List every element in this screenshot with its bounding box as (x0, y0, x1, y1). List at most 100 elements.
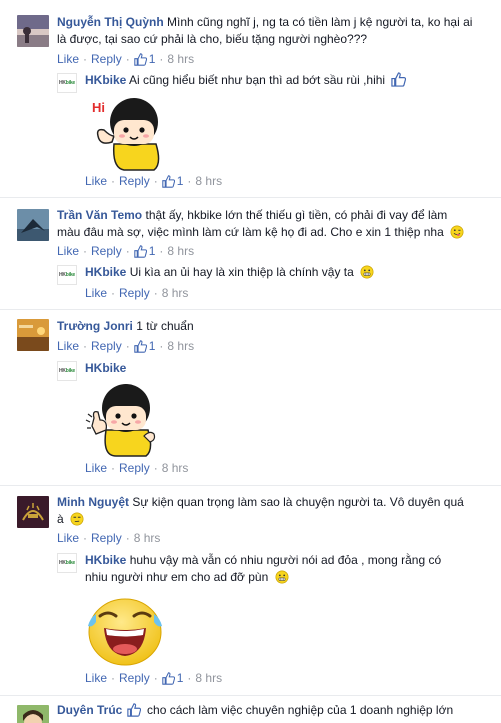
timestamp[interactable]: 8 hrs (162, 286, 189, 300)
like-link[interactable]: Like (57, 339, 79, 353)
reply-author[interactable]: HKbike (85, 553, 126, 567)
comment-actions: Like · Reply · 1 · 8 hrs (57, 243, 194, 259)
avatar[interactable] (17, 319, 49, 351)
like-link[interactable]: Like (57, 52, 79, 66)
reply-actions: Like · Reply · 8 hrs (85, 460, 188, 476)
like-count[interactable]: 1 (161, 174, 184, 188)
comment-author[interactable]: Trần Văn Temo (57, 208, 142, 222)
reply-link[interactable]: Reply (91, 244, 122, 258)
separator: · (125, 531, 130, 545)
timestamp[interactable]: 8 hrs (134, 531, 161, 545)
girl-thumbs-up-sticker[interactable] (84, 380, 164, 458)
like-link[interactable]: Like (85, 671, 107, 685)
reply-author[interactable]: HKbike (85, 265, 126, 279)
reply-author[interactable]: HKbike (85, 73, 126, 87)
like-count[interactable]: 1 (133, 52, 156, 66)
avatar[interactable] (17, 209, 49, 241)
reply-actions: Like · Reply · 1 · 8 hrs (85, 670, 222, 686)
thumbs-up-icon (133, 339, 147, 353)
like-link[interactable]: Like (85, 461, 107, 475)
avatar-image (17, 15, 49, 47)
comment: Trần Văn Temo thật ấy, hkbike lớn thế th… (0, 198, 501, 310)
reply-link[interactable]: Reply (119, 286, 150, 300)
comment-author[interactable]: Trường Jonri (57, 319, 133, 333)
like-count-value: 1 (148, 244, 156, 258)
comment-author[interactable]: Nguyễn Thị Quỳnh (57, 15, 164, 29)
hkbike-logo-icon: HK bike (58, 368, 76, 374)
comment-actions: Like · Reply · 8 hrs (57, 530, 160, 546)
reply-link[interactable]: Reply (119, 174, 150, 188)
reply-text: Ui kìa an ủi hay là xin thiệp là chính v… (129, 265, 354, 279)
like-count[interactable]: 1 (133, 244, 156, 258)
avatar[interactable]: HK bike (57, 265, 77, 285)
avatar[interactable] (17, 15, 49, 47)
grimace-emoji-icon (360, 265, 374, 279)
reply-author[interactable]: HKbike (85, 361, 126, 375)
timestamp[interactable]: 8 hrs (167, 339, 194, 353)
comment: Trường Jonri 1 từ chuẩn Like · Reply · 1… (0, 310, 501, 486)
comment-text: thật ấy, hkbike lớn thế thiếu gì tiền, c… (145, 208, 448, 222)
comment-text: 1 từ chuẩn (136, 319, 194, 333)
timestamp[interactable]: 8 hrs (195, 174, 222, 188)
like-link[interactable]: Like (57, 531, 79, 545)
thumbs-up-icon (133, 52, 147, 66)
separator: · (125, 52, 130, 66)
reply-link[interactable]: Reply (91, 339, 122, 353)
sticker-image: Hi (92, 98, 160, 171)
avatar[interactable]: HK bike (57, 553, 77, 573)
comment-actions: Like · Reply · 1 · 8 hrs (57, 338, 194, 354)
reply-actions: Like · Reply · 1 · 8 hrs (85, 173, 222, 189)
comment-body: Trần Văn Temo thật ấy, hkbike lớn thế th… (57, 207, 487, 241)
like-link[interactable]: Like (85, 286, 107, 300)
timestamp[interactable]: 8 hrs (162, 461, 189, 475)
comment-body: Nguyễn Thị Quỳnh Mình cũng nghĩ j, ng ta… (57, 14, 487, 48)
comment: Minh Nguyệt Sự kiện quan trọng làm sao l… (0, 486, 501, 696)
reply-text-line2: nhiu người như em cho ad đỡ pùn (85, 570, 269, 584)
comment-author[interactable]: Minh Nguyệt (57, 495, 129, 509)
like-count[interactable]: 1 (161, 671, 184, 685)
reply-link[interactable]: Reply (119, 671, 150, 685)
comment-body: Trường Jonri 1 từ chuẩn (57, 318, 487, 335)
separator: · (83, 339, 88, 353)
reply-body: HKbike huhu vậy mà vẫn có nhiu người nói… (85, 552, 495, 586)
separator: · (111, 286, 116, 300)
avatar-image (17, 496, 49, 528)
unamused-emoji-icon (70, 512, 84, 526)
avatar[interactable]: HK bike (57, 361, 77, 381)
sticker-hi-text: Hi (92, 100, 105, 115)
reply-body: HKbike Ui kìa an ủi hay là xin thiệp là … (85, 264, 495, 281)
laughing-crying-face-sticker[interactable] (84, 592, 166, 668)
sticker-image (85, 384, 156, 457)
timestamp[interactable]: 8 hrs (167, 244, 194, 258)
like-count-value: 1 (176, 671, 184, 685)
separator: · (83, 52, 88, 66)
like-link[interactable]: Like (85, 174, 107, 188)
comment-text: Mình cũng nghĩ j, ng ta có tiền làm j kệ… (167, 15, 473, 29)
wink-tongue-emoji-icon (450, 225, 464, 239)
reply-link[interactable]: Reply (91, 531, 122, 545)
reply-text: huhu vậy mà vẫn có nhiu người nói ad đỏa… (129, 553, 442, 567)
timestamp[interactable]: 8 hrs (195, 671, 222, 685)
reply-link[interactable]: Reply (119, 461, 150, 475)
like-count-value: 1 (148, 52, 156, 66)
comment-text-line2: à (57, 512, 64, 526)
comment-text-line2: là được, tại sao cứ phải là cho, biếu tặ… (57, 32, 368, 46)
reply-actions: Like · Reply · 8 hrs (85, 285, 188, 301)
comment-text-line2: màu đâu mà sợ, việc mình làm cứ làm kệ h… (57, 225, 444, 239)
like-link[interactable]: Like (57, 244, 79, 258)
separator: · (153, 174, 158, 188)
like-count[interactable]: 1 (133, 339, 155, 353)
separator: · (159, 52, 164, 66)
separator: · (83, 531, 88, 545)
like-count-value: 1 (176, 174, 184, 188)
avatar[interactable] (17, 705, 49, 723)
avatar[interactable]: HK bike (57, 73, 77, 93)
avatar[interactable] (17, 496, 49, 528)
comment-author[interactable]: Duyên Trúc (57, 703, 122, 717)
reply-link[interactable]: Reply (91, 52, 122, 66)
timestamp[interactable]: 8 hrs (167, 52, 194, 66)
girl-hi-sticker[interactable]: Hi (84, 92, 174, 172)
separator: · (153, 286, 158, 300)
separator: · (125, 339, 130, 353)
thumbs-up-icon (161, 174, 175, 188)
